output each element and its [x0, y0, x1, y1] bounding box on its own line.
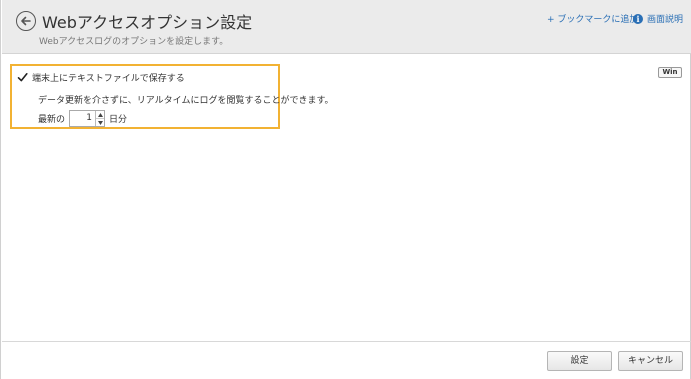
stepper-up-button[interactable]	[96, 111, 104, 118]
days-stepper[interactable]: 1	[69, 110, 106, 127]
add-bookmark-link[interactable]: + ブックマークに追加	[547, 12, 638, 25]
window-frame: Webアクセスオプション設定 Webアクセスログのオプションを設定します。 + …	[0, 0, 691, 379]
save-to-file-checkbox[interactable]	[17, 72, 28, 83]
caret-down-icon	[97, 120, 103, 125]
recent-suffix-label: 日分	[109, 115, 128, 125]
arrow-left-icon	[21, 16, 31, 26]
days-input[interactable]: 1	[70, 111, 95, 126]
option-description: データ更新を介さずに、リアルタイムにログを閲覧することができます。	[38, 96, 334, 106]
set-button[interactable]: 設定	[547, 351, 612, 371]
recent-prefix-label: 最新の	[38, 115, 66, 125]
save-to-file-row: 端末上にテキストファイルで保存する	[17, 71, 185, 84]
stepper-down-button[interactable]	[96, 118, 105, 126]
page-header: Webアクセスオプション設定 Webアクセスログのオプションを設定します。 + …	[2, 0, 691, 54]
os-badge: Win	[658, 67, 682, 78]
checkmark-icon	[17, 73, 28, 82]
page-title: Webアクセスオプション設定	[42, 13, 253, 32]
screen-help-link[interactable]: i 画面説明	[633, 12, 683, 25]
save-to-file-option-group: 端末上にテキストファイルで保存する データ更新を介さずに、リアルタイムにログを閲…	[10, 64, 334, 129]
save-to-file-label: 端末上にテキストファイルで保存する	[32, 74, 185, 84]
caret-up-icon	[97, 112, 103, 117]
screen-help-label: 画面説明	[647, 15, 684, 25]
recent-days-row: 最新の 1 日分	[38, 110, 127, 127]
page-subtitle: Webアクセスログのオプションを設定します。	[39, 37, 229, 47]
info-icon: i	[633, 13, 643, 24]
stepper-arrows	[95, 111, 105, 126]
cancel-button[interactable]: キャンセル	[618, 351, 683, 371]
footer-divider	[2, 341, 691, 342]
back-button[interactable]	[16, 11, 36, 31]
